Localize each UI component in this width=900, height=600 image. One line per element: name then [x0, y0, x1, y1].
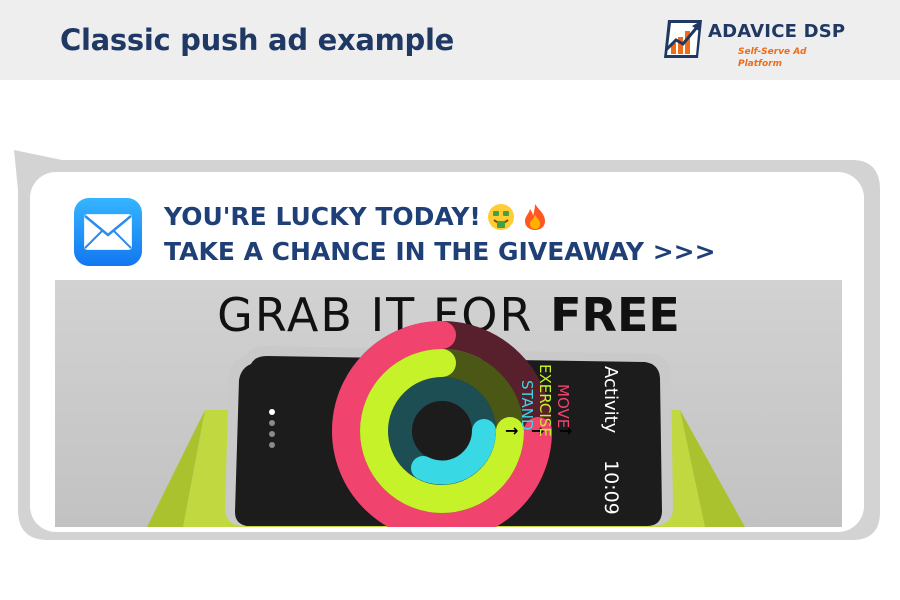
watch-time: 10:09 [600, 460, 622, 515]
headline-line-1-text: YOU'RE LUCKY TODAY! [164, 202, 481, 231]
watch-app-title: Activity [600, 366, 621, 434]
ring-label-move: MOVE [554, 384, 572, 428]
headline-line-2-text: TAKE A CHANCE IN THE GIVEAWAY >>> [164, 237, 716, 266]
fire-icon [521, 203, 549, 231]
mail-icon [84, 214, 132, 250]
headline-line-2: TAKE A CHANCE IN THE GIVEAWAY >>> [164, 234, 716, 269]
svg-text:→: → [505, 421, 518, 440]
ring-label-exercise: EXERCISE [536, 364, 554, 437]
mail-app-icon[interactable] [74, 198, 142, 266]
notification-headline[interactable]: YOU'RE LUCKY TODAY! TAKE A CHANCE IN THE… [164, 199, 716, 269]
ad-banner-image[interactable]: GRAB IT FOR FREE → → → MOVE EXERCISE STA… [55, 280, 842, 527]
ring-label-stand: STAND [518, 380, 536, 431]
headline-line-1: YOU'RE LUCKY TODAY! [164, 199, 716, 234]
smartwatch-illustration: → → → MOVE EXERCISE STAND Activity 10:09 [147, 321, 745, 527]
money-mouth-face-icon [487, 203, 515, 231]
